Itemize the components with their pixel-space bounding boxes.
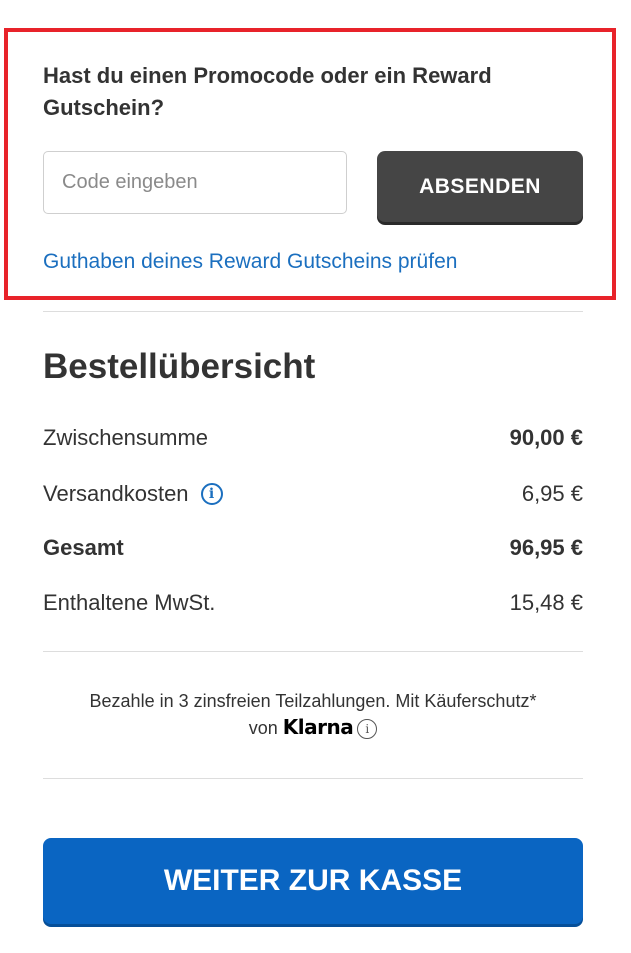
shipping-value: 6,95 € <box>521 481 583 506</box>
summary-title: Bestellübersicht <box>43 347 316 386</box>
vat-label: Enthaltene MwSt. <box>43 590 216 615</box>
subtotal-label: Zwischensumme <box>43 425 209 450</box>
divider <box>43 651 583 652</box>
vat-value: 15,48 € <box>509 590 583 615</box>
reward-balance-link[interactable]: Guthaben deines Reward Gutscheins prüfen <box>43 248 457 276</box>
checkout-button[interactable]: WEITER ZUR KASSE <box>43 838 583 924</box>
klarna-von: von <box>248 718 278 738</box>
klarna-logo: Klarna <box>282 715 354 739</box>
total-label: Gesamt <box>43 535 124 560</box>
divider <box>43 778 583 779</box>
promo-code-input[interactable] <box>43 151 347 214</box>
vat-row: Enthaltene MwSt. 15,48 € <box>43 587 583 619</box>
subtotal-row: Zwischensumme 90,00 € <box>43 422 583 454</box>
promo-title: Hast du einen Promocode oder ein Reward … <box>43 63 492 120</box>
total-row: Gesamt 96,95 € <box>43 532 583 564</box>
klarna-info-icon[interactable]: i <box>357 719 378 740</box>
klarna-text: Bezahle in 3 zinsfreien Teilzahlungen. M… <box>89 691 537 711</box>
divider <box>43 311 583 312</box>
klarna-info-block: Bezahle in 3 zinsfreien Teilzahlungen. M… <box>43 688 583 741</box>
total-value: 96,95 € <box>509 535 583 560</box>
shipping-label: Versandkosten <box>43 481 189 506</box>
subtotal-value: 90,00 € <box>509 425 583 450</box>
submit-promo-button[interactable]: ABSENDEN <box>377 151 583 222</box>
shipping-label-wrap: Versandkosten i <box>43 481 223 507</box>
info-icon[interactable]: i <box>200 483 223 505</box>
shipping-row: Versandkosten i 6,95 € <box>43 478 583 510</box>
